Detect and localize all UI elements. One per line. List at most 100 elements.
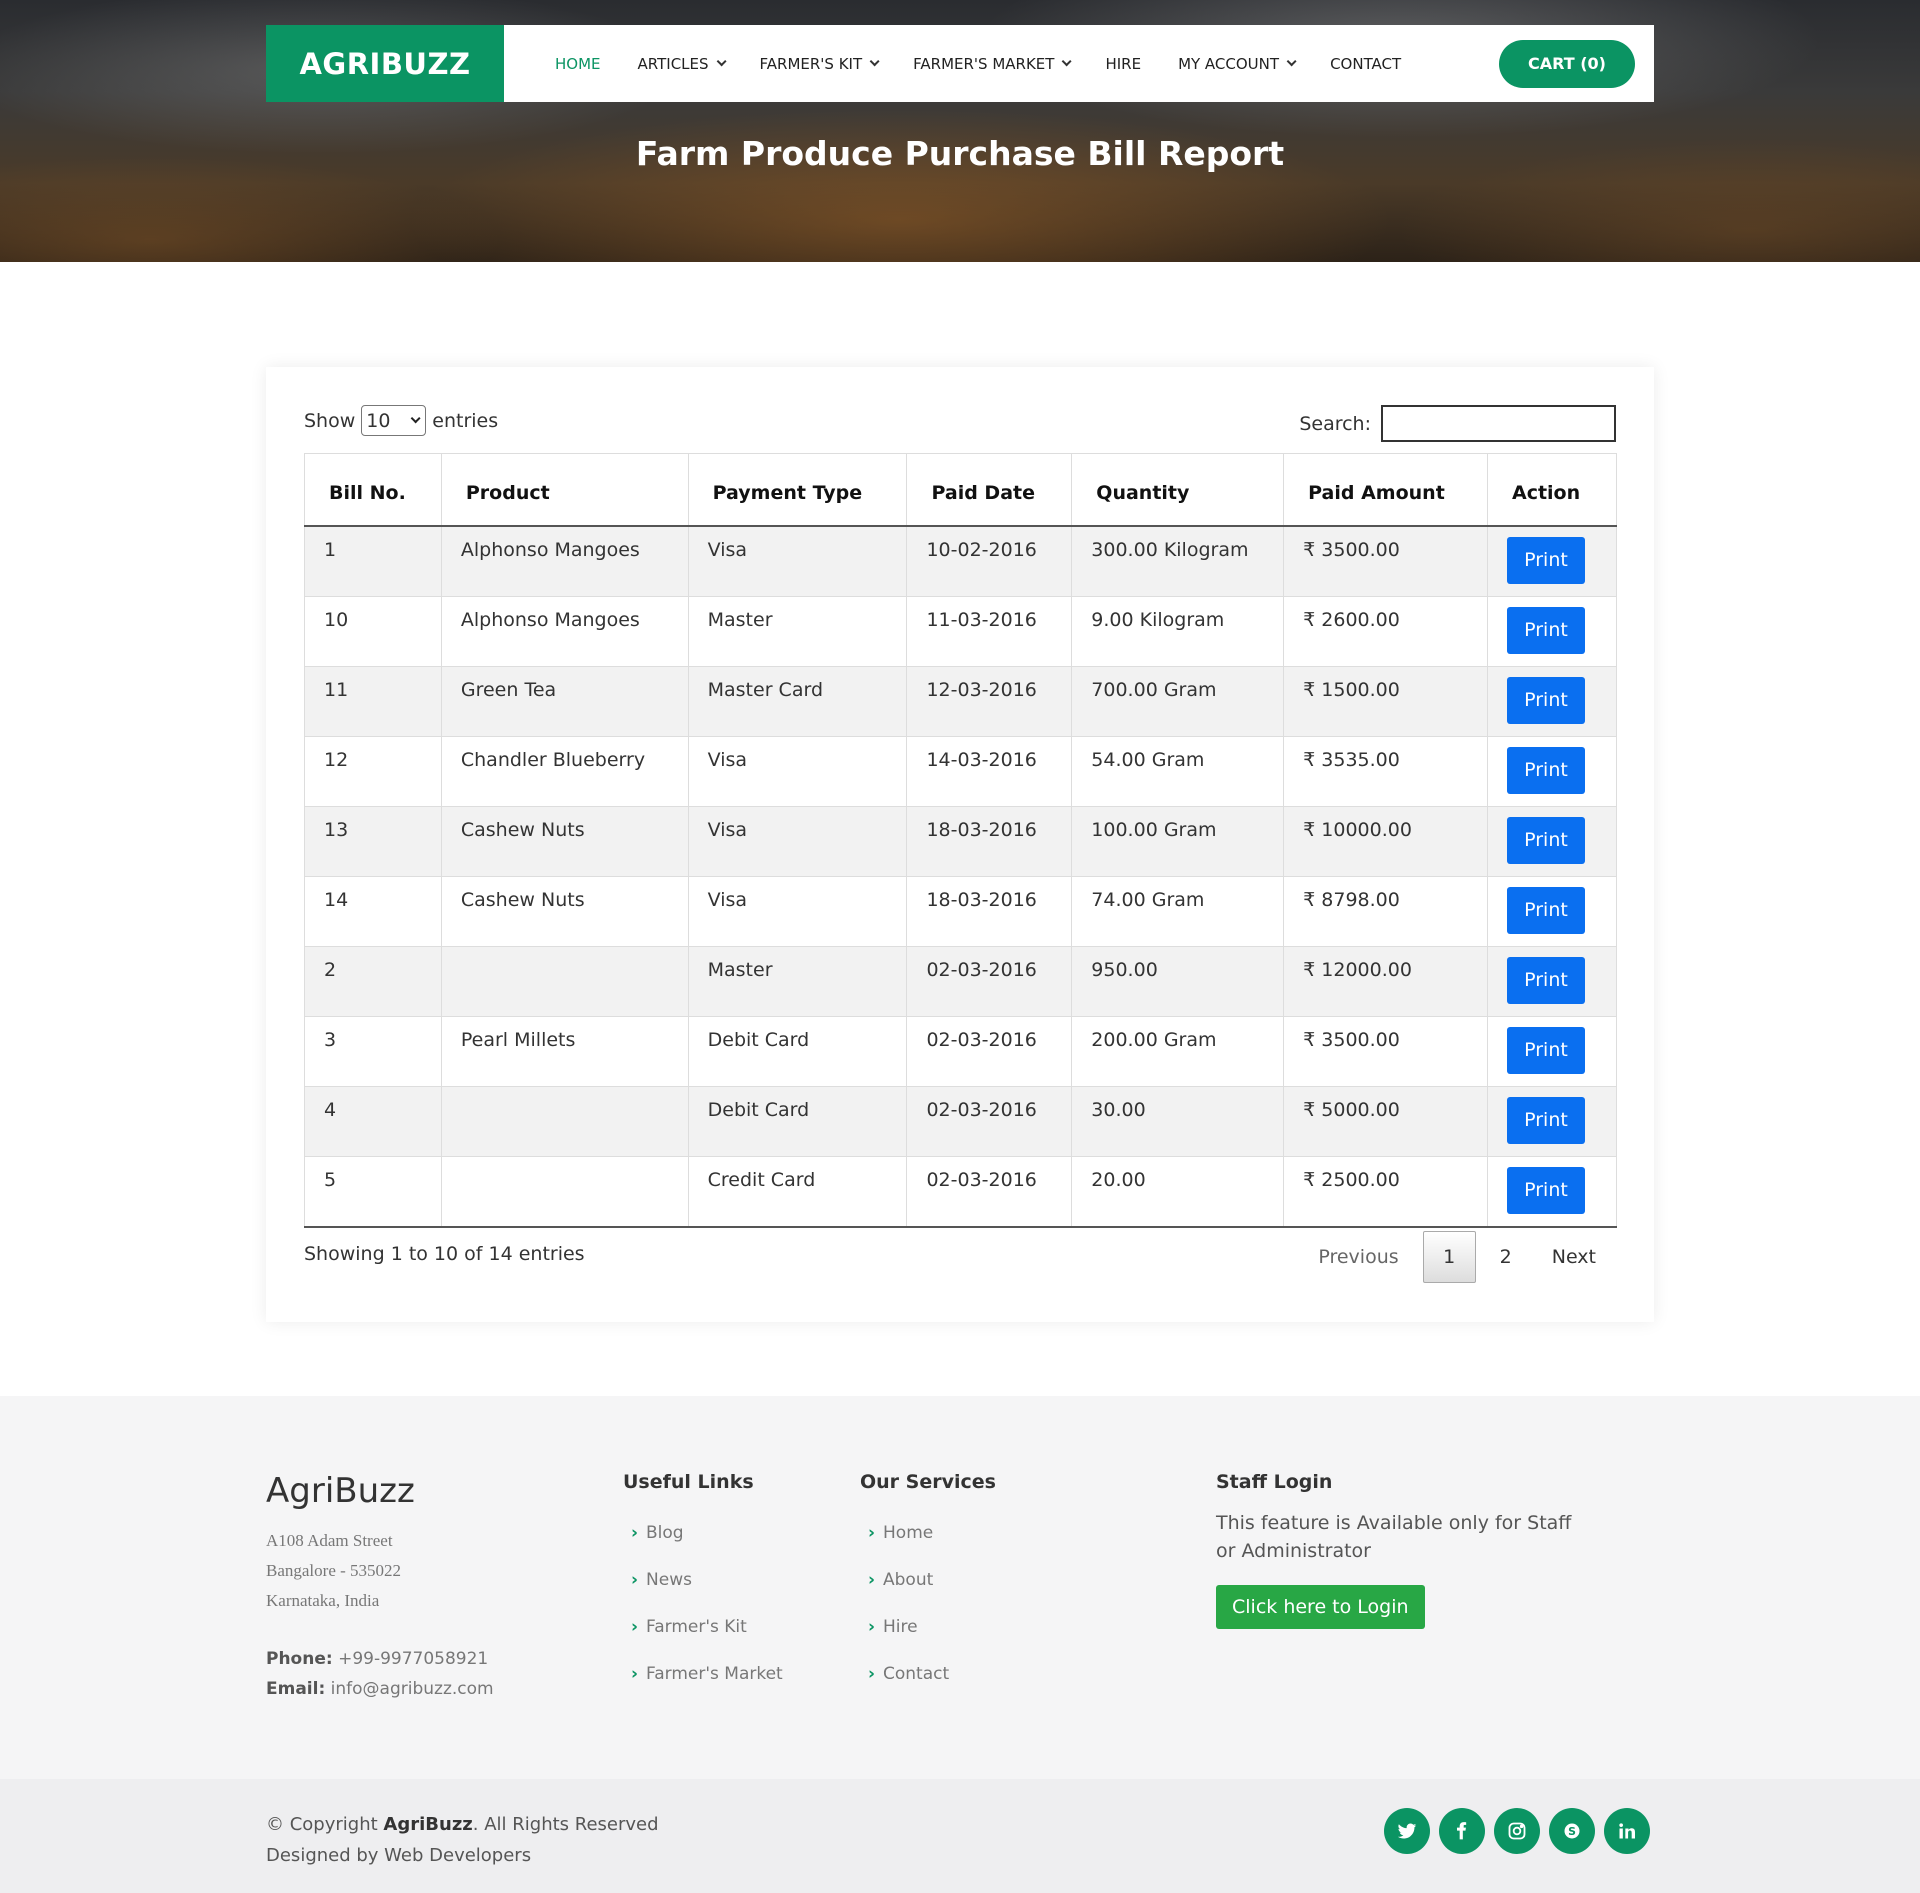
cell-payment-type: Visa [687,805,908,877]
footer-link-farmers-market[interactable]: › Farmer's Market [623,1650,783,1697]
footer-service-home[interactable]: › Home [860,1509,996,1556]
cell-paid-amount: ₹ 12000.00 [1283,945,1488,1017]
nav-hire-label: HIRE [1105,54,1142,73]
phone-label: Phone: [266,1649,333,1669]
brand-logo[interactable]: AGRIBUZZ [266,25,504,102]
footer-service-about[interactable]: › About [860,1556,996,1603]
table-row: 4 Debit Card 02-03-2016 30.00 ₹ 5000.00 Print [304,1085,1618,1157]
cell-product: Alphonso Mangoes [440,595,689,667]
cell-paid-amount: ₹ 2500.00 [1283,1155,1488,1228]
print-button[interactable]: Print [1506,606,1585,654]
footer-service-label: About [883,1569,934,1590]
cell-action: Print [1486,595,1618,667]
cell-payment-type: Debit Card [687,1015,908,1087]
cell-quantity: 700.00 Gram [1071,665,1285,737]
designed-by: Designed by Web Developers [266,1845,532,1866]
twitter-icon[interactable] [1384,1808,1430,1854]
cell-payment-type: Credit Card [687,1155,908,1228]
nav-home[interactable]: HOME [555,55,601,73]
skype-icon[interactable]: S [1549,1808,1595,1854]
staff-login-button[interactable]: Click here to Login [1216,1585,1425,1629]
table-row: 5 Credit Card 02-03-2016 20.00 ₹ 2500.00 Prin… [304,1155,1618,1228]
header-bill-no[interactable]: Bill No. [304,453,442,527]
email-label: Email: [266,1679,326,1699]
cell-quantity: 54.00 Gram [1071,735,1285,807]
page-title: Farm Produce Purchase Bill Report [635,134,1285,173]
report-card: Show 10 entries Search: Bill No. Product… [266,367,1654,1322]
nav-hire[interactable]: HIRE [1105,55,1141,73]
print-button[interactable]: Print [1506,676,1585,724]
cell-quantity: 950.00 [1071,945,1285,1017]
nav-farmers-market-label: FARMER'S MARKET [913,54,1055,73]
cell-bill-no: 4 [304,1085,442,1157]
cell-paid-date: 02-03-2016 [906,945,1073,1017]
header-quantity[interactable]: Quantity [1071,453,1285,527]
cell-bill-no: 10 [304,595,442,667]
nav-farmers-market[interactable]: FARMER'S MARKET [913,54,1073,73]
header-product[interactable]: Product [440,453,689,527]
entries-select[interactable]: 10 [361,405,427,436]
header-payment-type[interactable]: Payment Type [687,453,908,527]
footer-service-contact[interactable]: › Contact [860,1650,996,1697]
print-button[interactable]: Print [1506,746,1585,794]
header-paid-date[interactable]: Paid Date [906,453,1073,527]
cell-bill-no: 13 [304,805,442,877]
footer-link-farmers-kit[interactable]: › Farmer's Kit [623,1603,783,1650]
pagination-page-2[interactable]: 2 [1480,1246,1532,1268]
cell-product: Green Tea [440,665,689,737]
print-button[interactable]: Print [1506,1096,1585,1144]
cell-product: Pearl Millets [440,1015,689,1087]
search-control: Search: [1299,405,1616,442]
cell-paid-date: 02-03-2016 [906,1155,1073,1228]
nav-contact-label: CONTACT [1330,54,1402,73]
cell-bill-no: 12 [304,735,442,807]
cell-paid-amount: ₹ 5000.00 [1283,1085,1488,1157]
cell-paid-date: 11-03-2016 [906,595,1073,667]
copyright-prefix: © Copyright [266,1814,378,1835]
nav-contact[interactable]: CONTACT [1330,55,1401,73]
nav-my-account[interactable]: MY ACCOUNT [1178,55,1297,73]
print-button[interactable]: Print [1506,816,1585,864]
table-info: Showing 1 to 10 of 14 entries [304,1243,585,1265]
social-links: S [1375,1808,1650,1854]
footer-link-news[interactable]: › News [623,1556,783,1603]
instagram-icon[interactable] [1494,1808,1540,1854]
cell-quantity: 20.00 [1071,1155,1285,1228]
chevron-right-icon: › [631,1616,639,1637]
chevron-down-icon [1286,56,1297,67]
nav-farmers-kit[interactable]: FARMER'S KIT [760,55,880,73]
chevron-right-icon: › [631,1569,639,1590]
print-button[interactable]: Print [1506,536,1585,584]
cell-paid-date: 14-03-2016 [906,735,1073,807]
footer-service-hire[interactable]: › Hire [860,1603,996,1650]
linkedin-icon[interactable] [1604,1808,1650,1854]
email-value[interactable]: info@agribuzz.com [331,1679,494,1699]
search-input[interactable] [1381,405,1616,442]
footer-service-label: Hire [883,1616,918,1637]
cell-paid-amount: ₹ 3500.00 [1283,525,1488,597]
address-line: A108 Adam Street [266,1531,393,1550]
pagination-previous[interactable]: Previous [1298,1246,1418,1268]
header-paid-amount[interactable]: Paid Amount [1283,453,1488,527]
pagination-next[interactable]: Next [1532,1246,1616,1268]
facebook-icon[interactable] [1439,1808,1485,1854]
footer-link-label: News [646,1569,692,1590]
footer-address: A108 Adam Street Bangalore - 535022 Karn… [266,1526,401,1616]
entries-length-control: Show 10 entries [304,405,498,436]
print-button[interactable]: Print [1506,956,1585,1004]
print-button[interactable]: Print [1506,886,1585,934]
footer-link-label: Farmer's Kit [646,1616,747,1637]
header-action[interactable]: Action [1486,453,1618,527]
cell-paid-date: 18-03-2016 [906,805,1073,877]
nav-home-label: HOME [555,54,601,73]
footer-link-blog[interactable]: › Blog [623,1509,783,1556]
chevron-right-icon: › [631,1522,639,1543]
cell-bill-no: 5 [304,1155,442,1228]
nav-articles[interactable]: ARTICLES [638,55,727,73]
bills-table: Bill No. Product Payment Type Paid Date … [304,453,1618,1228]
pagination-page-1[interactable]: 1 [1422,1231,1476,1283]
print-button[interactable]: Print [1506,1166,1585,1214]
chevron-down-icon [410,413,421,424]
print-button[interactable]: Print [1506,1026,1585,1074]
cart-button[interactable]: CART (0) [1499,39,1635,88]
